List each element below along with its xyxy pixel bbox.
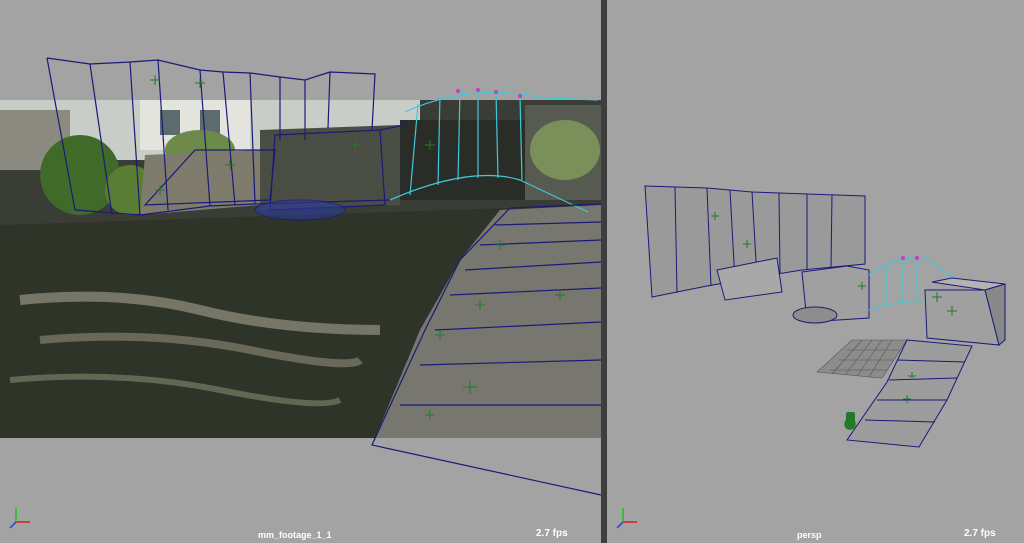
- fps-readout: 2.7 fps: [964, 528, 996, 539]
- camera-label: mm_footage_1_1: [258, 530, 332, 540]
- footage-image-plane: [0, 100, 601, 438]
- camera-viewport[interactable]: mm_footage_1_1 2.7 fps: [0, 0, 601, 543]
- fps-readout: 2.7 fps: [536, 528, 568, 539]
- wall-mesh[interactable]: [644, 185, 870, 324]
- axis-gizmo-icon: [616, 508, 637, 529]
- camera-icon[interactable]: [844, 412, 856, 430]
- persp-view-canvas[interactable]: [607, 0, 1024, 543]
- camera-label: persp: [797, 530, 822, 540]
- persp-viewport[interactable]: persp 2.7 fps: [607, 0, 1024, 543]
- camera-view-canvas[interactable]: [0, 0, 601, 543]
- axis-gizmo-icon: [9, 508, 30, 529]
- block-mesh[interactable]: [924, 277, 1006, 346]
